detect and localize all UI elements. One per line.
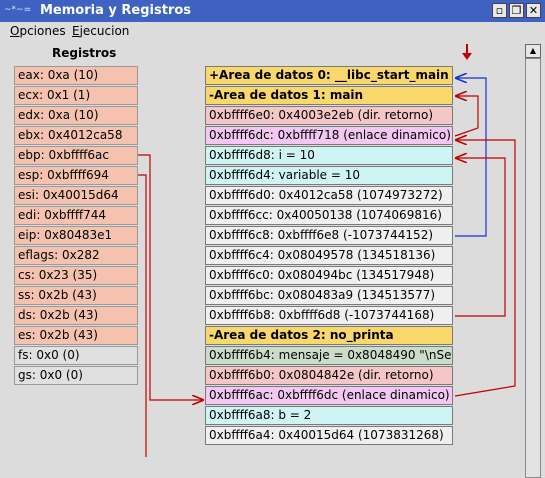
scrollbar-thumb[interactable] <box>525 58 541 478</box>
pointer-arrows <box>138 44 516 457</box>
stack-top-marker-icon <box>462 44 472 60</box>
ebp-pointer-arrow <box>138 154 203 400</box>
link-arrow-area0 <box>455 78 487 237</box>
scroll-up-icon[interactable]: ▲ <box>525 44 541 58</box>
esp-pointer-arrow <box>138 174 147 457</box>
link-arrow-6b8 <box>455 158 506 317</box>
vertical-scrollbar[interactable]: ▲ <box>525 44 541 478</box>
link-arrow-6dc <box>455 96 479 137</box>
link-arrow-6ac <box>455 140 516 397</box>
